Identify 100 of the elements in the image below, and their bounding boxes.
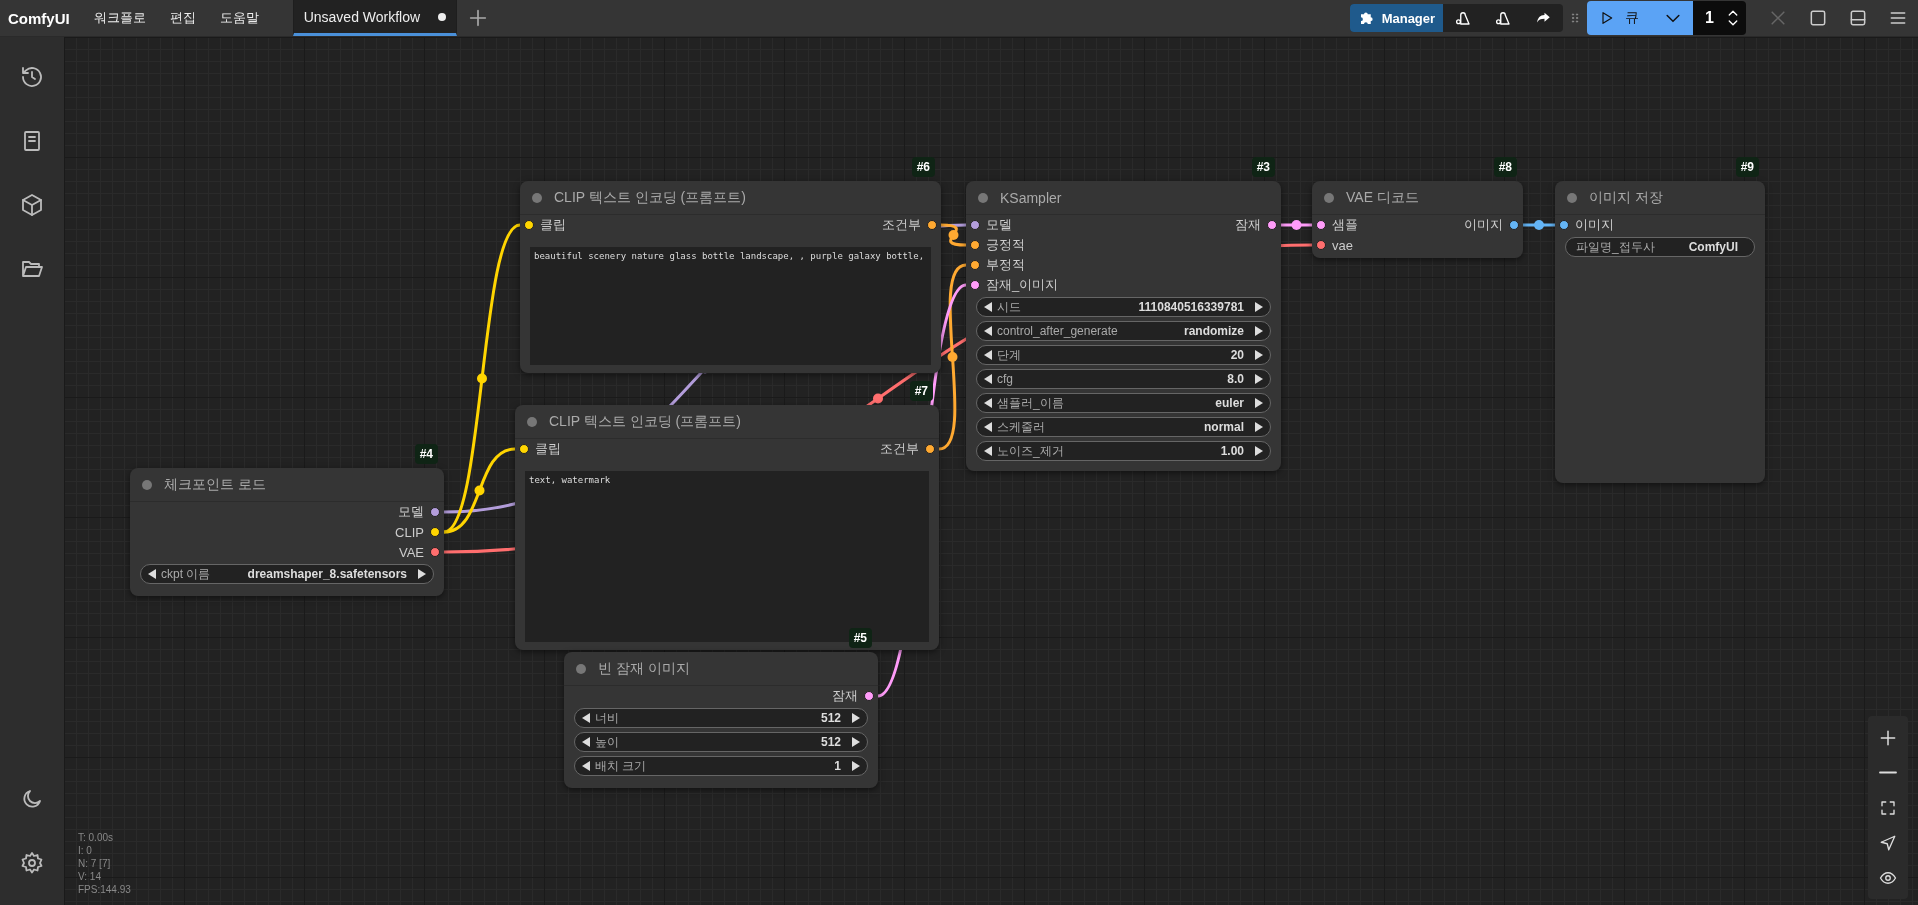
left-arrow-icon[interactable] <box>581 713 591 723</box>
collapse-dot-icon[interactable] <box>532 192 542 203</box>
run-button[interactable]: 큐 <box>1587 1 1650 35</box>
collapse-dot-icon[interactable] <box>1324 192 1334 203</box>
widget-field[interactable]: 시드 1110840516339781 <box>976 297 1271 317</box>
widget-field[interactable]: 높이 512 <box>574 732 868 752</box>
right-arrow-icon[interactable] <box>1254 446 1264 456</box>
right-arrow-icon[interactable] <box>1254 422 1264 432</box>
input-slot-dot[interactable] <box>1316 240 1326 250</box>
input-slot-dot[interactable] <box>970 220 980 230</box>
left-arrow-icon[interactable] <box>983 422 993 432</box>
node-title: KSampler <box>1000 189 1062 206</box>
link-wire <box>1281 220 1312 230</box>
widget-value: 8.0 <box>1227 372 1244 386</box>
output-slot-dot[interactable] <box>925 444 935 454</box>
widget-value: ComfyUI <box>1687 240 1738 254</box>
slot-label: 이미지 <box>1575 216 1614 234</box>
stat-line: V: 14 <box>78 871 102 882</box>
collapse-dot-icon[interactable] <box>576 663 586 674</box>
output-slot-dot[interactable] <box>430 527 440 537</box>
run-options-button[interactable] <box>1649 1 1694 35</box>
right-arrow-icon[interactable] <box>1254 398 1264 408</box>
collapse-dot-icon[interactable] <box>527 416 537 427</box>
widget-value: randomize <box>1184 324 1244 338</box>
left-arrow-icon[interactable] <box>581 761 591 771</box>
input-slot-dot[interactable] <box>970 260 980 270</box>
slot-label: 샘플 <box>1332 216 1358 234</box>
widget-label: 시드 <box>997 298 1022 316</box>
widget-field[interactable]: 스케줄러 normal <box>976 417 1271 437</box>
input-slot-dot[interactable] <box>970 240 980 250</box>
menu-item[interactable]: 도움말 <box>209 5 269 31</box>
left-arrow-icon[interactable] <box>983 326 993 336</box>
input-slot-dot[interactable] <box>519 444 529 454</box>
widget-field[interactable]: 노이즈_제거 1.00 <box>976 441 1271 461</box>
output-slot-dot[interactable] <box>864 691 874 701</box>
workflow-tab[interactable]: Unsaved Workflow <box>292 0 458 36</box>
right-arrow-icon[interactable] <box>417 569 427 579</box>
navigation-arrow-icon <box>1879 833 1897 852</box>
input-slot-dot[interactable] <box>1316 220 1326 230</box>
right-arrow-icon[interactable] <box>1254 350 1264 360</box>
stat-line: I: 0 <box>78 845 93 856</box>
node-id-badge: #3 <box>1251 157 1275 177</box>
collapse-dot-icon[interactable] <box>142 479 152 490</box>
right-arrow-icon[interactable] <box>1254 326 1264 336</box>
input-slot-dot[interactable] <box>524 220 534 230</box>
widget-value: 1.00 <box>1220 444 1244 458</box>
output-slot-dot[interactable] <box>1509 220 1519 230</box>
widget-field[interactable]: 배치 크기 1 <box>574 756 868 776</box>
widget-field[interactable]: 단계 20 <box>976 345 1271 365</box>
slot-label: 조건부 <box>880 440 919 458</box>
output-slot-dot[interactable] <box>430 547 440 557</box>
slot-label: 클립 <box>540 216 566 234</box>
right-arrow-icon[interactable] <box>851 761 861 771</box>
right-arrow-icon[interactable] <box>851 737 861 747</box>
left-arrow-icon[interactable] <box>983 446 993 456</box>
collapse-dot-icon[interactable] <box>978 192 988 203</box>
node-id-badge: #5 <box>848 628 872 648</box>
widget-field[interactable]: 너비 512 <box>574 708 868 728</box>
widget-value: 1110840516339781 <box>1138 300 1244 314</box>
widget-field[interactable]: cfg 8.0 <box>976 369 1271 389</box>
menu-item[interactable]: 워크플로 <box>83 5 156 31</box>
input-slot-dot[interactable] <box>970 280 980 290</box>
widget-label: 배치 크기 <box>595 757 648 775</box>
stat-line: FPS:144.93 <box>78 884 131 895</box>
output-slot-dot[interactable] <box>927 220 937 230</box>
widget-field[interactable]: ckpt 이름 dreamshaper_8.safetensors <box>140 564 434 584</box>
collapse-dot-icon[interactable] <box>1567 192 1577 203</box>
left-arrow-icon[interactable] <box>983 374 993 384</box>
manager-button[interactable]: Manager <box>1349 4 1444 32</box>
slot-label: 모델 <box>398 503 424 521</box>
left-arrow-icon[interactable] <box>147 569 157 579</box>
slot-label: 잠재 <box>832 687 858 705</box>
left-arrow-icon[interactable] <box>983 302 993 312</box>
widget-label: 스케줄러 <box>997 418 1046 436</box>
widget-field[interactable]: control_after_generate randomize <box>976 321 1271 341</box>
left-arrow-icon[interactable] <box>983 350 993 360</box>
left-arrow-icon[interactable] <box>983 398 993 408</box>
arch-icon <box>1454 9 1473 27</box>
widget-field[interactable]: 파일명_접두사 ComfyUI <box>1565 237 1755 257</box>
left-arrow-icon[interactable] <box>581 737 591 747</box>
prompt-field[interactable]: beautiful scenery nature glass bottle landscape, , purple galaxy bottle, <box>530 247 931 365</box>
node-id-badge: #9 <box>1735 157 1759 177</box>
widget-value: 1 <box>834 759 841 773</box>
right-arrow-icon[interactable] <box>851 713 861 723</box>
input-slot-dot[interactable] <box>1559 220 1569 230</box>
node-title: CLIP 텍스트 인코딩 (프롬프트) <box>549 412 741 431</box>
widget-value: 512 <box>820 735 841 749</box>
right-arrow-icon[interactable] <box>1254 374 1264 384</box>
slot-label: 잠재_이미지 <box>986 276 1059 294</box>
batch-count-field[interactable]: 1 <box>1693 1 1746 35</box>
output-slot-dot[interactable] <box>430 507 440 517</box>
widget-field[interactable]: 샘플러_이름 euler <box>976 393 1271 413</box>
arch-icon <box>1494 9 1513 27</box>
node-title: 빈 잠재 이미지 <box>598 659 690 678</box>
output-slot-dot[interactable] <box>1267 220 1277 230</box>
menu-item[interactable]: 편집 <box>159 5 206 31</box>
widget-value: 20 <box>1230 348 1244 362</box>
right-arrow-icon[interactable] <box>1254 302 1264 312</box>
link-wire <box>1523 220 1555 230</box>
square-icon <box>1808 8 1828 28</box>
